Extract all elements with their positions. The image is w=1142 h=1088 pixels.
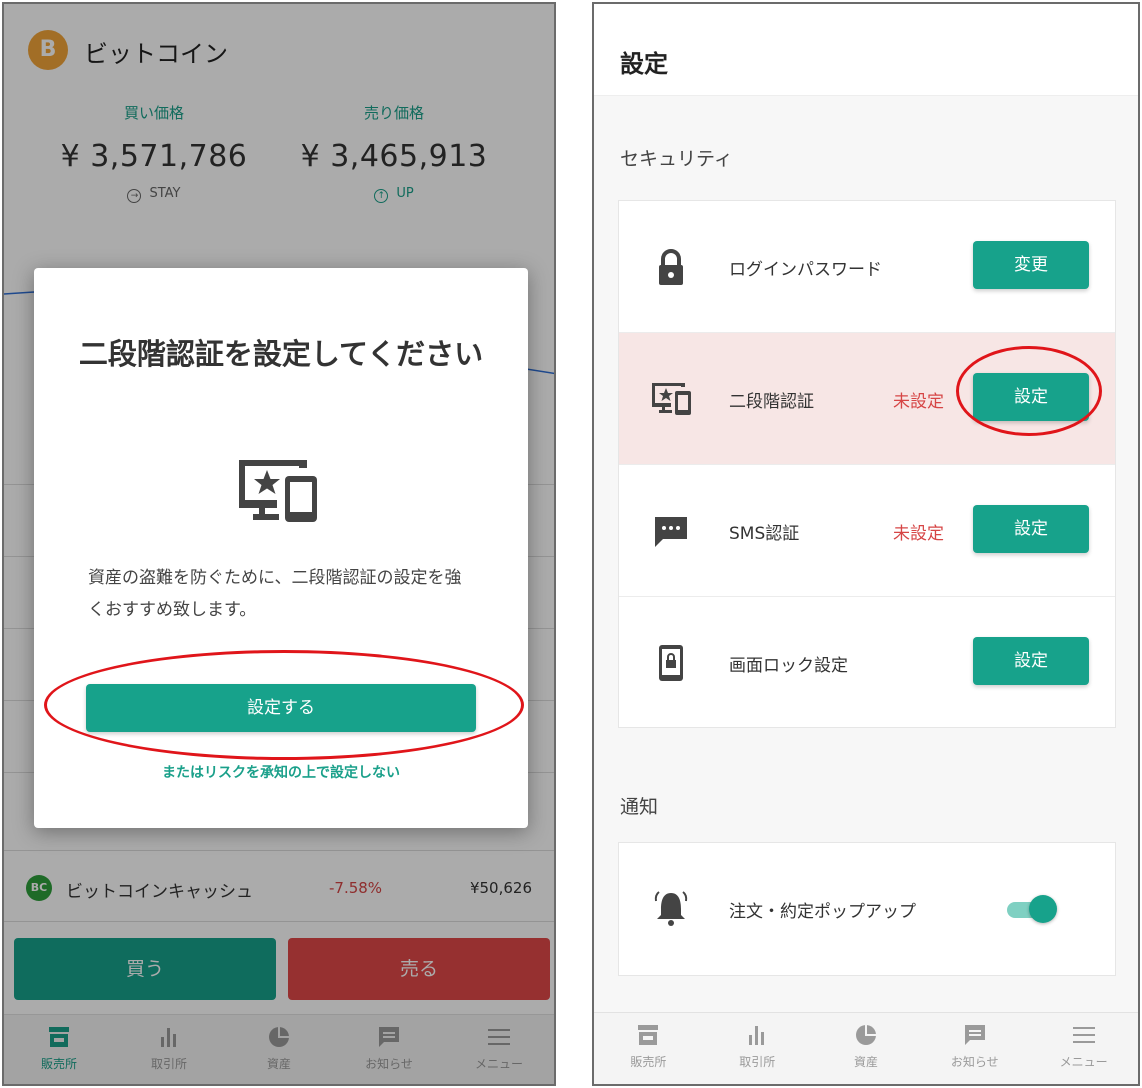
- setting-row-sms: SMS認証 未設定 設定: [619, 465, 1115, 597]
- bell-icon: [654, 891, 688, 926]
- setting-label: ログインパスワード: [729, 260, 882, 280]
- nav-label: 販売所: [630, 1055, 667, 1069]
- setting-label: SMS認証: [729, 524, 800, 544]
- status-badge: 未設定: [893, 392, 944, 412]
- setting-row-screen-lock: 画面ロック設定 設定: [619, 597, 1115, 729]
- nav-item-exchange[interactable]: 取引所: [703, 1013, 812, 1084]
- nav-label: メニュー: [1059, 1055, 1108, 1069]
- nav-item-assets[interactable]: 資産: [812, 1013, 921, 1084]
- phone-lock-icon: [659, 645, 683, 681]
- setting-label: 注文・約定ポップアップ: [729, 902, 916, 922]
- popup-toggle[interactable]: [1007, 895, 1057, 923]
- message-icon: [964, 1025, 985, 1045]
- nav-label: お知らせ: [950, 1055, 999, 1069]
- lock-icon: [659, 249, 683, 285]
- nav-item-store[interactable]: 販売所: [594, 1013, 703, 1084]
- menu-icon: [1072, 1027, 1095, 1043]
- nav-label: 資産: [853, 1055, 878, 1069]
- page-title: 設定: [620, 50, 668, 78]
- notify-card: 注文・約定ポップアップ: [618, 842, 1116, 976]
- section-title-notify: 通知: [620, 796, 659, 818]
- monitor-star-phone-icon: [239, 460, 317, 522]
- bottom-nav: 販売所 取引所 資産 お知らせ メニュー: [594, 1012, 1138, 1084]
- setting-row-login-password: ログインパスワード 変更: [619, 201, 1115, 333]
- nav-item-menu[interactable]: メニュー: [1029, 1013, 1138, 1084]
- settings-header: 設定: [594, 4, 1138, 96]
- security-card: ログインパスワード 変更 二段階認証 未設定 設定 SMS認証 未設定 設定 画…: [618, 200, 1116, 728]
- pie-chart-icon: [855, 1025, 876, 1045]
- two-factor-setup-button[interactable]: 設定: [973, 373, 1089, 421]
- nav-item-news[interactable]: お知らせ: [920, 1013, 1029, 1084]
- modal-body: 資産の盗難を防ぐために、二段階認証の設定を強くおすすめ致します。: [88, 568, 462, 620]
- monitor-star-phone-icon: [652, 383, 691, 415]
- settings-body: セキュリティ ログインパスワード 変更 二段階認証 未設定 設定 SMS認証 未…: [594, 96, 1138, 1012]
- change-password-button[interactable]: 変更: [973, 241, 1089, 289]
- status-badge: 未設定: [893, 524, 944, 544]
- setting-label: 画面ロック設定: [729, 656, 848, 676]
- sms-setup-button[interactable]: 設定: [973, 505, 1089, 553]
- setting-label: 二段階認証: [729, 392, 814, 412]
- two-factor-modal: 二段階認証を設定してください 資産の盗難を防ぐために、二段階認証の設定を強くおす…: [34, 268, 528, 828]
- setting-row-popup: 注文・約定ポップアップ: [619, 843, 1115, 977]
- modal-title: 二段階認証を設定してください: [78, 337, 484, 371]
- setup-button[interactable]: 設定する: [86, 684, 476, 732]
- section-title-security: セキュリティ: [620, 148, 733, 170]
- chat-icon: [655, 517, 687, 547]
- skip-setup-link[interactable]: またはリスクを承知の上で設定しない: [86, 762, 476, 782]
- store-icon: [638, 1025, 659, 1045]
- screen-lock-setup-button[interactable]: 設定: [973, 637, 1089, 685]
- toggle-knob: [1029, 895, 1057, 923]
- nav-label: 取引所: [739, 1055, 776, 1069]
- bar-chart-icon: [749, 1026, 765, 1045]
- left-phone-screen: B ビットコイン 買い価格 ¥ 3,571,786 → STAY 売り価格 ¥ 3…: [2, 2, 556, 1086]
- right-phone-screen: 設定 セキュリティ ログインパスワード 変更 二段階認証 未設定 設定 SMS認…: [592, 2, 1140, 1086]
- setting-row-two-factor: 二段階認証 未設定 設定: [619, 333, 1115, 465]
